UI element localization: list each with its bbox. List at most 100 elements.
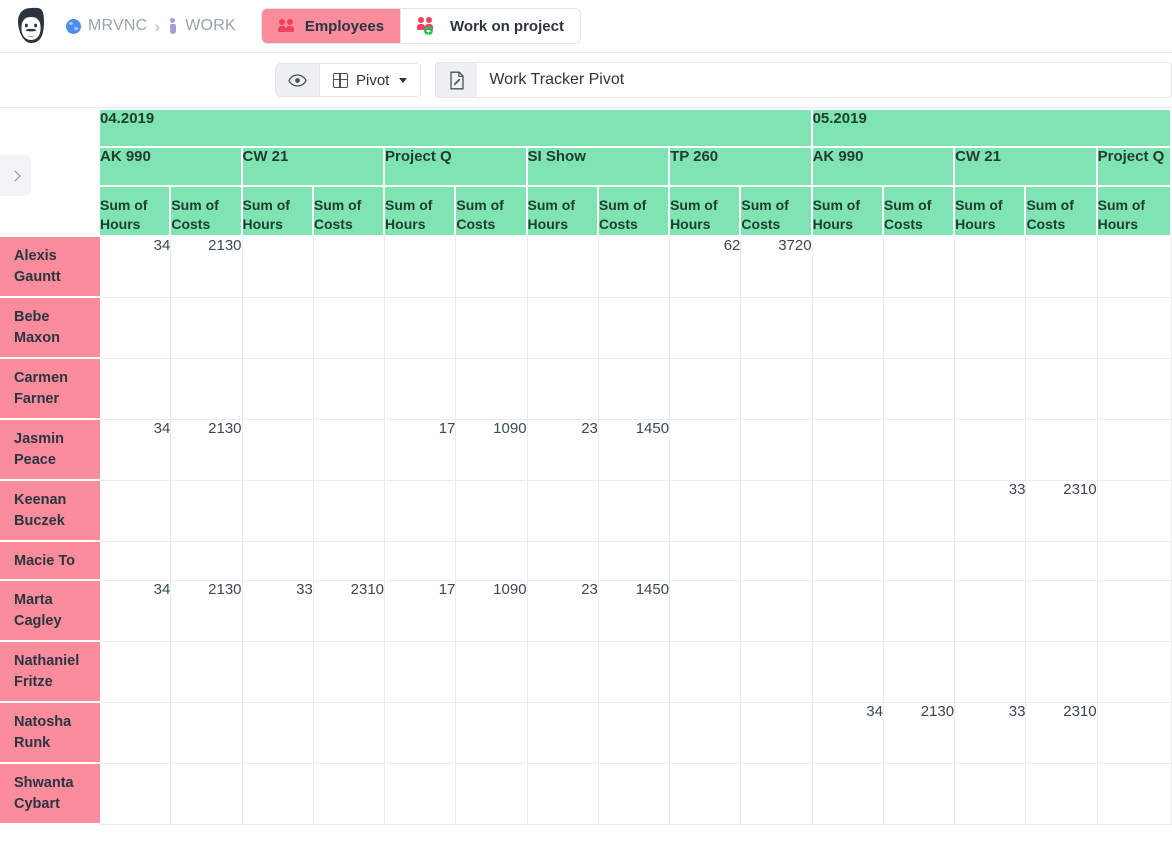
pivot-cell[interactable] [670,298,742,359]
pivot-cell[interactable] [242,298,314,359]
pivot-cell[interactable] [670,359,742,420]
pivot-cell[interactable] [1026,764,1098,825]
pivot-cell[interactable]: 33 [955,481,1027,542]
pivot-cell[interactable]: 23 [527,420,599,481]
pivot-col-project[interactable]: Project Q [385,148,528,187]
tab-employees[interactable]: Employees [261,9,402,43]
pivot-col-measure[interactable]: Sum of Hours [955,187,1027,237]
pivot-row-header[interactable]: Shwanta Cybart [0,764,100,825]
pivot-cell[interactable] [1026,237,1098,298]
pivot-cell[interactable] [812,420,884,481]
pivot-cell[interactable] [385,542,457,581]
pivot-cell[interactable] [670,542,742,581]
pivot-cell[interactable] [1026,542,1098,581]
pivot-cell[interactable] [883,764,956,825]
pivot-col-measure[interactable]: Sum of Costs [456,187,528,237]
pivot-cell[interactable] [812,481,884,542]
pivot-cell[interactable] [385,359,457,420]
pivot-cell[interactable] [598,764,671,825]
pivot-cell[interactable]: 1090 [456,581,528,642]
pivot-cell[interactable]: 33 [955,703,1027,764]
pivot-cell[interactable] [598,481,671,542]
preview-button[interactable] [275,63,319,97]
pivot-cell[interactable] [812,542,884,581]
pivot-cell[interactable] [883,298,956,359]
pivot-cell[interactable] [456,298,528,359]
pivot-cell[interactable] [385,298,457,359]
pivot-cell[interactable] [1097,703,1172,764]
pivot-cell[interactable] [883,542,956,581]
pivot-col-measure[interactable]: Sum of Costs [171,187,243,237]
pivot-cell[interactable] [1026,581,1098,642]
pivot-cell[interactable] [100,481,172,542]
pivot-cell[interactable] [955,581,1027,642]
pivot-cell[interactable] [812,764,884,825]
pivot-cell[interactable] [171,764,243,825]
pivot-col-measure[interactable]: Sum of Hours [527,187,599,237]
pivot-cell[interactable]: 33 [242,581,314,642]
pivot-cell[interactable] [242,703,314,764]
pivot-cell[interactable] [741,298,813,359]
breadcrumb-item-app[interactable]: WORK [167,17,236,35]
pivot-cell[interactable] [1026,420,1098,481]
pivot-cell[interactable] [1026,298,1098,359]
pivot-cell[interactable]: 2130 [171,237,243,298]
pivot-cell[interactable] [741,581,813,642]
pivot-cell[interactable]: 17 [385,581,457,642]
pivot-col-project[interactable]: CW 21 [242,148,386,187]
pivot-cell[interactable] [741,703,813,764]
pivot-cell[interactable] [741,359,813,420]
pivot-cell[interactable] [883,481,956,542]
pivot-cell[interactable] [385,764,457,825]
pivot-cell[interactable] [670,481,742,542]
pivot-cell[interactable] [883,237,956,298]
pivot-cell[interactable] [741,542,813,581]
pivot-cell[interactable] [670,703,742,764]
pivot-cell[interactable] [313,481,386,542]
pivot-cell[interactable] [313,703,386,764]
tab-work-on-project[interactable]: ♻ Work on project [401,9,580,43]
pivot-col-measure[interactable]: Sum of Hours [242,187,314,237]
pivot-row-header[interactable]: Marta Cagley [0,581,100,642]
pivot-cell[interactable] [100,703,172,764]
pivot-cell[interactable] [812,359,884,420]
pivot-cell[interactable] [456,359,528,420]
pivot-row-header[interactable]: Natosha Runk [0,703,100,764]
pivot-col-measure[interactable]: Sum of Hours [385,187,457,237]
pivot-col-project[interactable]: AK 990 [812,148,956,187]
pivot-cell[interactable] [598,237,671,298]
pivot-row-header[interactable]: Carmen Farner [0,359,100,420]
pivot-cell[interactable] [456,703,528,764]
pivot-cell[interactable] [1097,237,1172,298]
pivot-col-measure[interactable]: Sum of Hours [670,187,742,237]
pivot-row-header[interactable]: Alexis Gauntt [0,237,100,298]
pivot-cell[interactable] [385,703,457,764]
pivot-col-period[interactable]: 05.2019 [812,110,1172,148]
pivot-cell[interactable]: 2130 [171,420,243,481]
pivot-table-area[interactable]: Alexis Gauntt Bebe Maxon Carmen Farner Jasm… [0,110,1172,843]
pivot-col-project[interactable]: Project Q [1097,148,1172,187]
pivot-cell[interactable] [598,359,671,420]
pivot-cell[interactable] [883,420,956,481]
pivot-col-measure[interactable]: Sum of Costs [1026,187,1098,237]
pivot-row-header[interactable]: Macie To [0,542,100,581]
pivot-cell[interactable] [598,542,671,581]
pivot-cell[interactable]: 1090 [456,420,528,481]
pivot-cell[interactable] [456,542,528,581]
pivot-cell[interactable] [670,764,742,825]
pivot-cell[interactable] [955,542,1027,581]
pivot-cell[interactable] [955,764,1027,825]
pivot-cell[interactable] [670,642,742,703]
pivot-cell[interactable]: 2310 [1026,481,1098,542]
pivot-cell[interactable] [171,359,243,420]
pivot-cell[interactable] [385,237,457,298]
pivot-cell[interactable] [100,542,172,581]
pivot-cell[interactable] [1026,359,1098,420]
pivot-cell[interactable] [100,298,172,359]
pivot-cell[interactable] [313,542,386,581]
breadcrumb-item-workspace[interactable]: MRVNC [66,17,147,35]
pivot-cell[interactable] [741,481,813,542]
pivot-cell[interactable] [242,764,314,825]
view-icon-button[interactable] [435,62,478,98]
pivot-cell[interactable]: 2130 [883,703,956,764]
